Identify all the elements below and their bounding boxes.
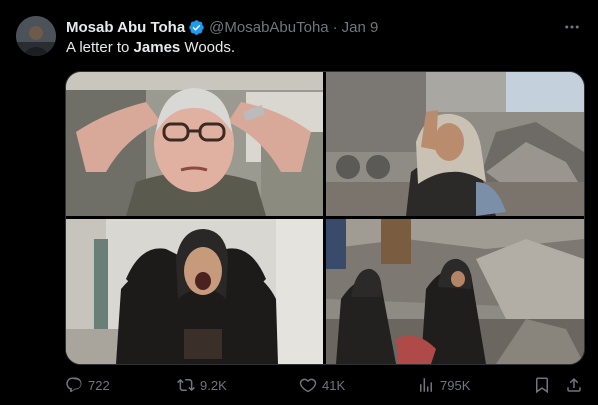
tweet-text-bold: James xyxy=(133,39,181,56)
timestamp[interactable]: Jan 9 xyxy=(342,19,379,36)
media-photo-3[interactable] xyxy=(66,219,323,364)
media-photo-1[interactable] xyxy=(66,72,323,216)
tweet-text-prefix: A letter to xyxy=(66,39,134,56)
views-button[interactable]: 795K xyxy=(417,374,470,396)
action-bar: 722 9.2K 41K 795K xyxy=(65,374,583,396)
media-grid xyxy=(65,71,585,365)
like-count: 41K xyxy=(322,377,346,393)
bookmark-icon xyxy=(536,377,548,394)
verified-badge-icon xyxy=(188,19,205,36)
author-handle[interactable]: @MosabAbuToha xyxy=(209,19,328,36)
repost-button[interactable]: 9.2K xyxy=(177,374,227,396)
bookmark-button[interactable] xyxy=(533,374,551,396)
heart-icon xyxy=(299,378,317,393)
repost-count: 9.2K xyxy=(200,377,227,393)
tweet-text-suffix: Woods. xyxy=(180,39,236,56)
more-options-icon[interactable] xyxy=(562,17,582,37)
tweet-header: Mosab Abu Toha @MosabAbuToha · Jan 9 xyxy=(66,17,582,37)
tweet-text: A letter to James Woods. xyxy=(66,38,578,58)
tweet[interactable]: Mosab Abu Toha @MosabAbuToha · Jan 9 A l… xyxy=(0,0,598,405)
share-icon xyxy=(567,377,581,392)
reply-count: 722 xyxy=(88,377,110,393)
media-photo-2[interactable] xyxy=(326,72,584,216)
media-photo-4[interactable] xyxy=(326,219,584,364)
views-count: 795K xyxy=(440,377,471,393)
repost-icon xyxy=(177,378,195,392)
reply-icon xyxy=(66,377,82,393)
separator-dot: · xyxy=(332,18,338,36)
reply-button[interactable]: 722 xyxy=(65,374,110,396)
like-button[interactable]: 41K xyxy=(299,374,345,396)
views-chart-icon xyxy=(420,378,432,392)
share-button[interactable] xyxy=(565,374,583,396)
avatar[interactable] xyxy=(16,16,56,56)
author-name[interactable]: Mosab Abu Toha xyxy=(66,19,185,36)
